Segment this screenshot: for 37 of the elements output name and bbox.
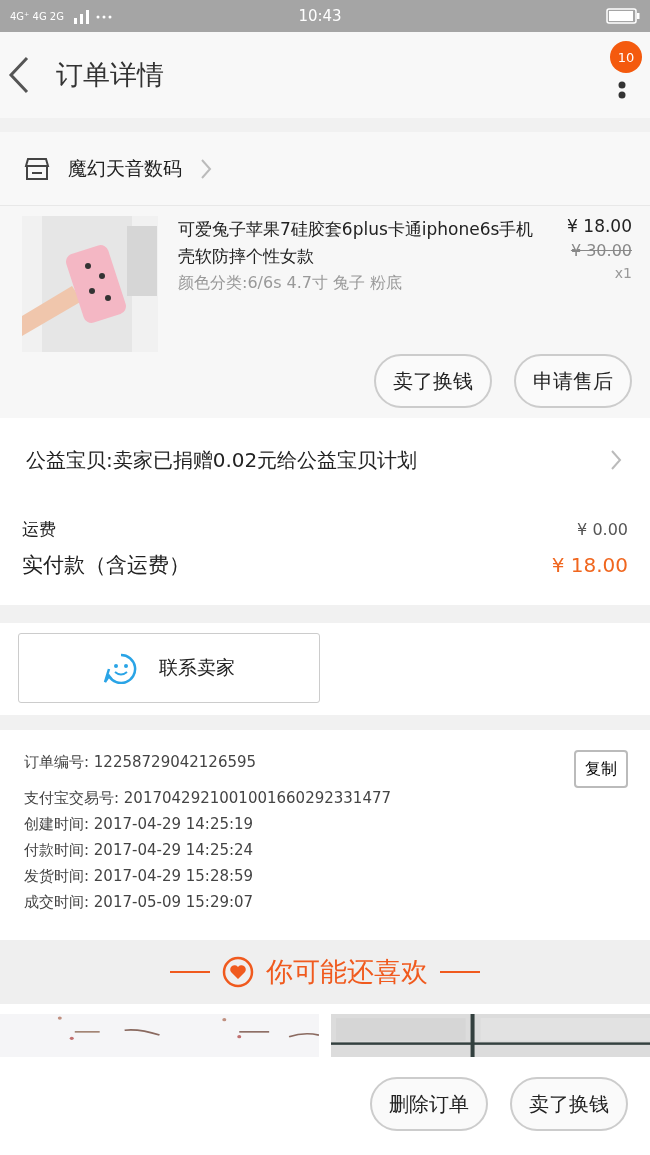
contact-seller-button[interactable]: 联系卖家 xyxy=(18,633,320,703)
order-info-line: 订单编号: 12258729042126595 xyxy=(24,752,257,773)
section-title: 你可能还喜欢 xyxy=(266,955,428,989)
action-button[interactable]: 删除订单 xyxy=(370,1077,488,1131)
notification-badge: 10 xyxy=(610,41,642,73)
order-info-line: 发货时间: 2017-04-29 15:28:59 xyxy=(24,866,254,887)
chat-face-icon xyxy=(103,652,139,684)
fee-label: 运费 xyxy=(22,518,56,541)
network-indicator: 4G⁺ 4G 2G xyxy=(10,10,64,22)
product-title[interactable]: 可爱兔子苹果7硅胶套6plus卡通iphone6s手机壳软防摔个性女款 xyxy=(178,216,542,270)
fee-label: 实付款（含运费） xyxy=(22,552,190,579)
store-icon xyxy=(24,156,50,181)
back-icon[interactable] xyxy=(8,56,30,94)
copy-button[interactable]: 复制 xyxy=(574,750,628,788)
order-info-line: 支付宝交易号: 2017042921001001660292331477 xyxy=(24,788,392,809)
fee-value: ¥ 18.00 xyxy=(551,553,628,577)
decor-line xyxy=(440,971,480,973)
battery-icon xyxy=(606,8,640,24)
action-button[interactable]: 申请售后 xyxy=(514,354,632,408)
action-button[interactable]: 卖了换钱 xyxy=(510,1077,628,1131)
product-spec: 颜色分类:6/6s 4.7寸 兔子 粉底 xyxy=(178,272,404,294)
action-button[interactable]: 卖了换钱 xyxy=(374,354,492,408)
original-price: ¥ 30.00 xyxy=(570,241,632,260)
shop-row[interactable]: 魔幻天音数码 xyxy=(0,132,650,206)
charity-row[interactable]: 公益宝贝:卖家已捐赠0.02元给公益宝贝计划 xyxy=(0,418,650,502)
quantity: x1 xyxy=(614,265,632,281)
chevron-icon xyxy=(200,157,212,180)
fee-value: ¥ 0.00 xyxy=(577,520,628,539)
order-info-line: 创建时间: 2017-04-29 14:25:19 xyxy=(24,814,254,835)
decor-line xyxy=(170,971,210,973)
order-info-line: 成交时间: 2017-05-09 15:29:07 xyxy=(24,892,254,913)
order-info-line: 付款时间: 2017-04-29 14:25:24 xyxy=(24,840,254,861)
page-title: 订单详情 xyxy=(56,58,165,92)
price: ¥ 18.00 xyxy=(567,216,632,236)
clock: 10:43 xyxy=(297,7,343,25)
chevron-icon xyxy=(610,449,622,471)
signal-icon xyxy=(74,8,114,24)
